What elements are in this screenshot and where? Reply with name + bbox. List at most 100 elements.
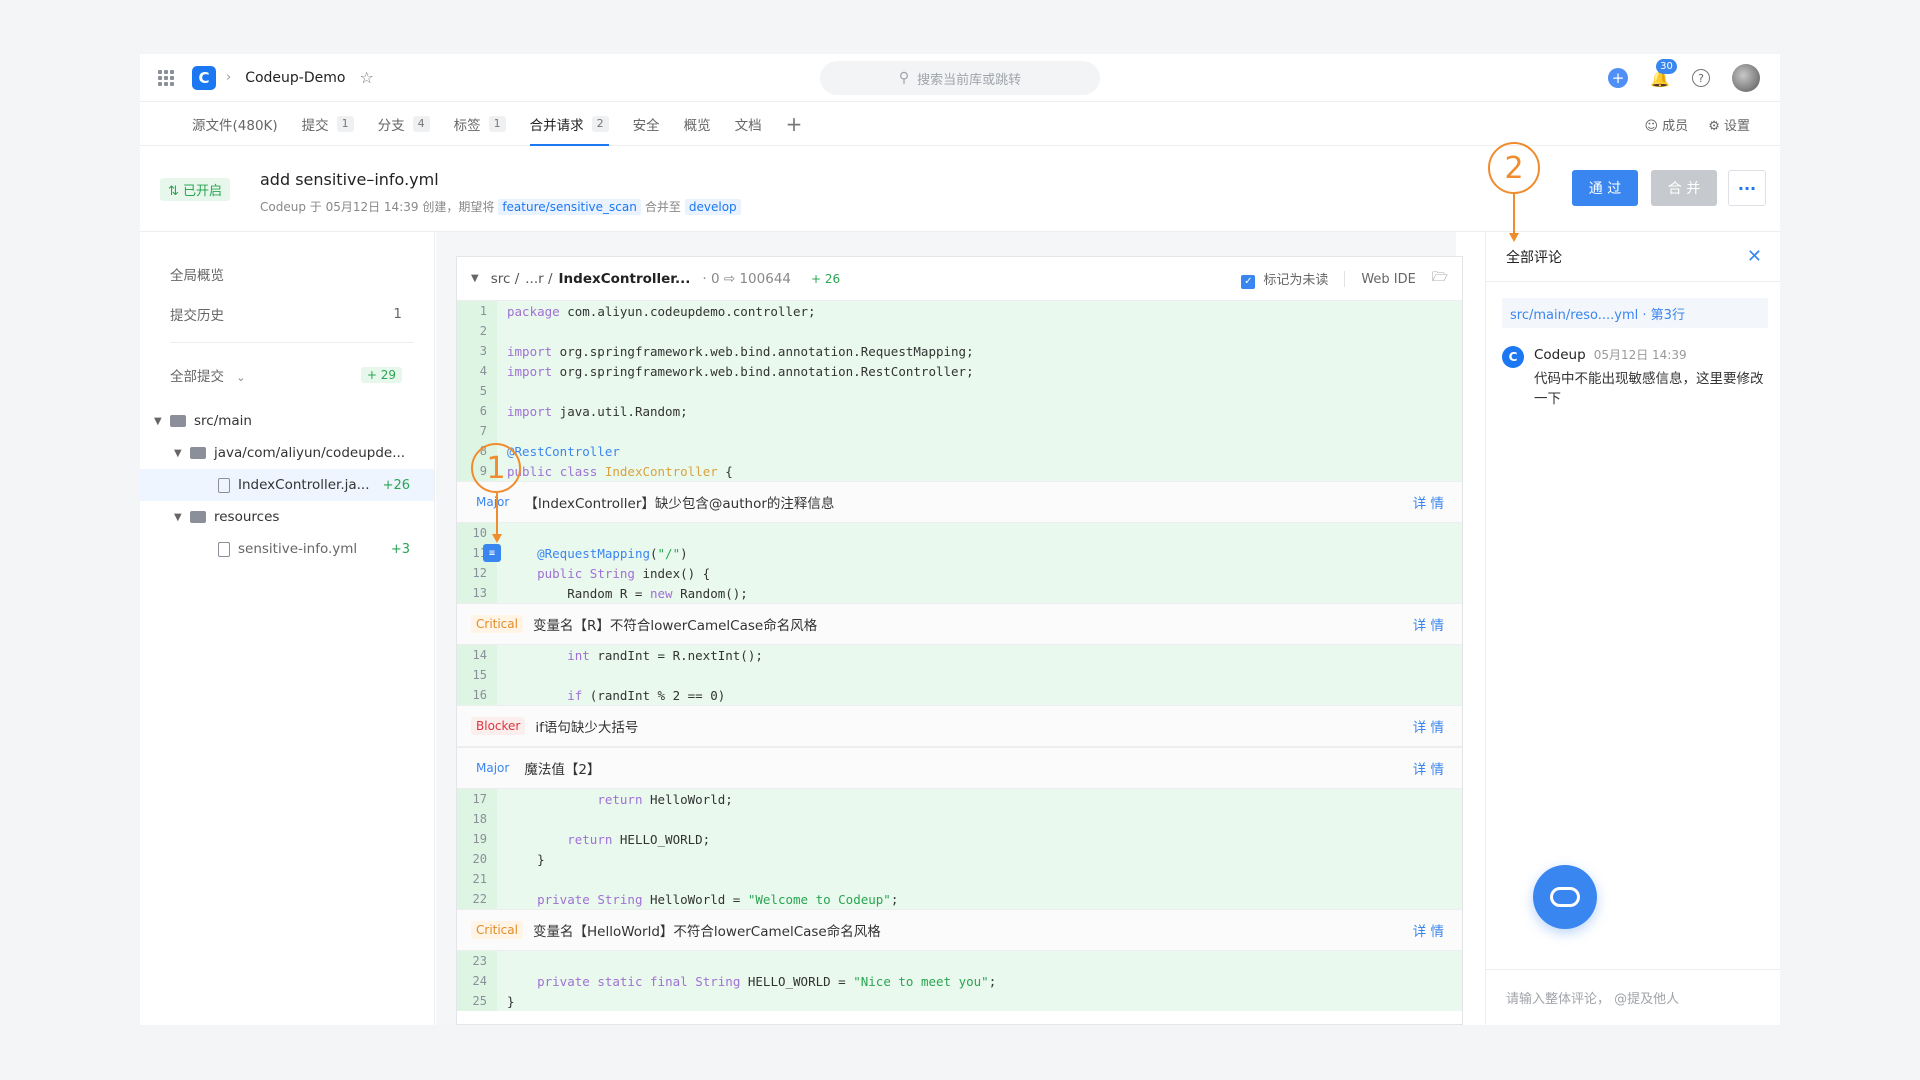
line-number[interactable]: 20: [457, 849, 497, 869]
comment-author[interactable]: Codeup: [1534, 347, 1586, 363]
source-branch[interactable]: feature/sensitive_scan: [498, 198, 641, 215]
line-number[interactable]: 24: [457, 971, 497, 991]
issue-detail-link[interactable]: 详 情: [1413, 614, 1444, 634]
line-number[interactable]: 19: [457, 829, 497, 849]
tree-file-indexcontroller[interactable]: IndexController.ja... +26: [140, 469, 434, 501]
line-number[interactable]: 13: [457, 583, 497, 603]
line-number[interactable]: 4: [457, 361, 497, 381]
sidebar-label: 提交历史: [170, 308, 224, 324]
line-number[interactable]: 15: [457, 665, 497, 685]
caret-down-icon[interactable]: ▼: [471, 273, 479, 284]
gear-icon: ⚙: [1708, 118, 1724, 134]
bell-icon[interactable]: 🔔 30: [1650, 58, 1677, 88]
codeup-logo-icon[interactable]: C: [192, 65, 216, 90]
apps-grid-icon[interactable]: [158, 69, 174, 86]
chat-button[interactable]: [1533, 865, 1597, 929]
line-number[interactable]: 6: [457, 401, 497, 421]
total-additions: + 29: [360, 367, 402, 383]
tabs-right: ☺ 成员 ⚙ 设置: [1644, 102, 1750, 146]
code-line: 6 import java.util.Random;: [457, 401, 1462, 421]
line-number[interactable]: 21: [457, 869, 497, 889]
issue-detail-link[interactable]: 详 情: [1413, 716, 1444, 736]
tree-file-sensitive-info[interactable]: sensitive-info.yml +3: [140, 533, 434, 565]
settings-label: 设置: [1723, 118, 1750, 134]
code-text: import org.springframework.web.bind.anno…: [507, 343, 974, 359]
comment-marker-icon[interactable]: ≡: [483, 544, 501, 562]
code-line: 12 public String index() {: [457, 563, 1462, 583]
line-number[interactable]: 14: [457, 645, 497, 665]
all-commits-select[interactable]: 全部提交 ⌄ + 29: [140, 355, 434, 395]
line-number[interactable]: 12: [457, 563, 497, 583]
code-line: 24 private static final String HELLO_WOR…: [457, 971, 1462, 991]
more-button[interactable]: ···: [1728, 170, 1766, 206]
line-number[interactable]: 17: [457, 789, 497, 809]
merge-button[interactable]: 合 并: [1651, 170, 1717, 206]
line-number[interactable]: 10: [457, 523, 497, 543]
code-text: public String index() {: [537, 565, 711, 581]
divider: [170, 342, 414, 343]
tab-count: 4: [412, 115, 430, 132]
comment-input[interactable]: 请输入整体评论， @提及他人: [1486, 969, 1780, 1025]
tree-folder-resources[interactable]: ▼ resources: [140, 501, 434, 533]
mark-unread-checkbox[interactable]: ✓ 标记为未读: [1241, 269, 1328, 289]
settings-link[interactable]: ⚙ 设置: [1708, 115, 1750, 134]
mr-sub-mid: 合并至: [644, 200, 681, 214]
help-icon[interactable]: ?: [1692, 69, 1710, 87]
tab-overview[interactable]: 概览: [684, 102, 711, 145]
line-number[interactable]: 23: [457, 951, 497, 971]
issue-detail-link[interactable]: 详 情: [1413, 758, 1444, 778]
line-number[interactable]: 2: [457, 321, 497, 341]
code-text: }: [507, 851, 545, 867]
code-line: 9 public class IndexController {: [457, 461, 1462, 481]
sidebar-item-history[interactable]: 提交历史 1: [140, 294, 434, 334]
tab-security[interactable]: 安全: [633, 102, 660, 145]
issue-detail-link[interactable]: 详 情: [1413, 492, 1444, 512]
line-number[interactable]: 5: [457, 381, 497, 401]
sidebar-item-overview[interactable]: 全局概览: [140, 254, 434, 294]
page-title: add sensitive–info.yml: [260, 170, 439, 189]
annotation-arrow-icon: [492, 534, 502, 543]
diff-body: 1 package com.aliyun.codeupdemo.controlle…: [457, 301, 1462, 1011]
file-icon: [218, 541, 230, 557]
comment-location-link[interactable]: src/main/reso....yml · 第3行: [1502, 298, 1768, 328]
code-line: 2: [457, 321, 1462, 341]
code-line: 22 private String HelloWorld = "Welcome …: [457, 889, 1462, 909]
folder-open-icon[interactable]: 🗁: [1432, 268, 1448, 290]
tree-folder-java[interactable]: ▼ java/com/aliyun/codeupde...: [140, 437, 434, 469]
line-number[interactable]: 25: [457, 991, 497, 1011]
repo-tabs: 源文件(480K) 提交 1 分支 4 标签 1 合并请求 2 安全 概览 文档 + ☺…: [140, 102, 1780, 146]
avatar[interactable]: [1732, 64, 1760, 92]
code-issue-row: Major 魔法值【2】 详 情: [457, 747, 1462, 789]
star-icon[interactable]: ☆: [359, 68, 373, 87]
line-number[interactable]: 18: [457, 809, 497, 829]
members-link[interactable]: ☺ 成员: [1644, 115, 1688, 134]
tab-merge-requests[interactable]: 合并请求 2: [529, 102, 609, 146]
target-branch[interactable]: develop: [684, 198, 741, 215]
web-ide-button[interactable]: Web IDE: [1361, 272, 1416, 287]
code-line: 19 return HELLO_WORLD;: [457, 829, 1462, 849]
close-icon[interactable]: ✕: [1747, 246, 1762, 267]
annotation-marker-2: 2: [1488, 142, 1540, 194]
line-number[interactable]: 22: [457, 889, 497, 909]
tab-branches[interactable]: 分支 4: [378, 102, 430, 145]
line-number[interactable]: 1: [457, 301, 497, 321]
code-line: 21: [457, 869, 1462, 889]
tab-docs[interactable]: 文档: [735, 102, 762, 145]
search-input[interactable]: ⚲ 搜索当前库或跳转: [820, 61, 1100, 95]
tab-commits[interactable]: 提交 1: [302, 102, 354, 145]
create-plus-icon[interactable]: +: [1608, 68, 1629, 88]
tree-folder-src-main[interactable]: ▼ src/main: [140, 405, 434, 437]
left-sidebar: 全局概览 提交历史 1 全部提交 ⌄ + 29 ▼ src/main ▼ java/co…: [140, 232, 435, 1025]
repo-name[interactable]: Codeup-Demo: [245, 70, 345, 86]
add-tab-icon[interactable]: +: [786, 102, 803, 145]
approve-button[interactable]: 通 过: [1572, 170, 1638, 206]
line-number[interactable]: 3: [457, 341, 497, 361]
line-number[interactable]: 16: [457, 685, 497, 705]
tab-source[interactable]: 源文件(480K): [192, 102, 278, 145]
code-line: 5: [457, 381, 1462, 401]
severity-badge: Blocker: [471, 717, 526, 735]
issue-detail-link[interactable]: 详 情: [1413, 920, 1444, 940]
line-number[interactable]: 7: [457, 421, 497, 441]
tab-tags[interactable]: 标签 1: [454, 102, 506, 145]
file-additions: + 26: [811, 271, 841, 286]
